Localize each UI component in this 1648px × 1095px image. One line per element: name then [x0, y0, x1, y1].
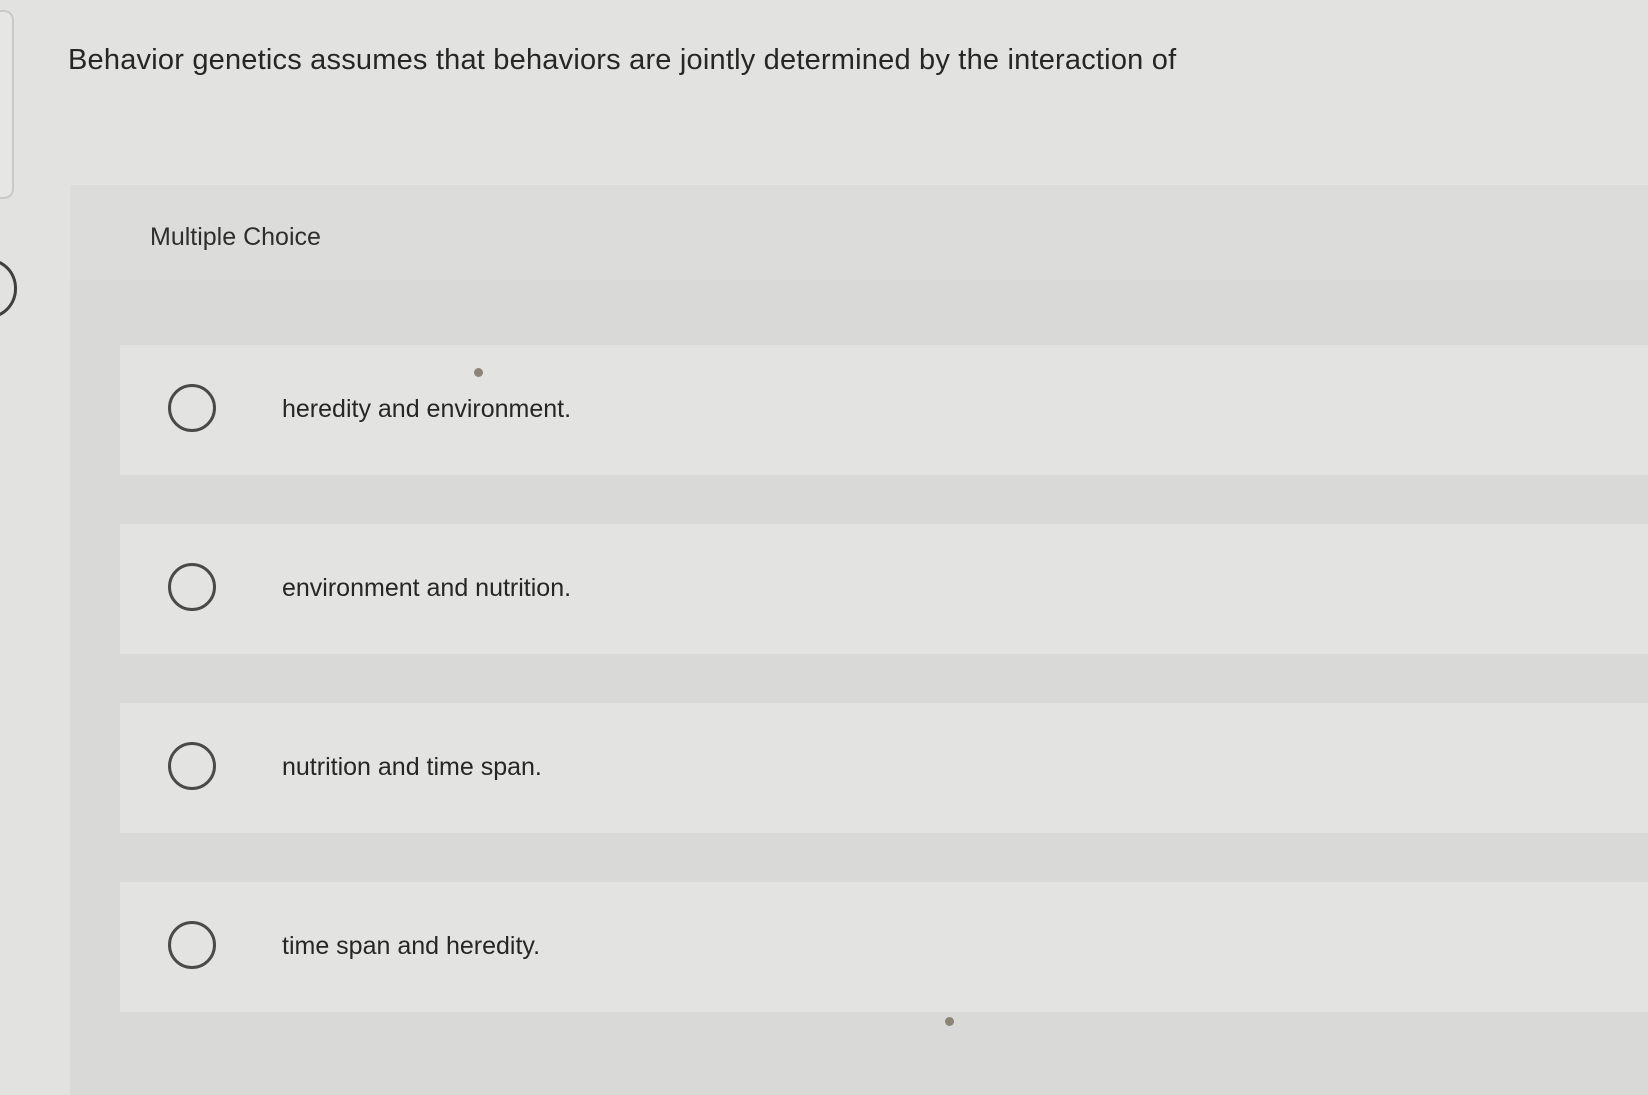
side-panel-toggle[interactable]: [0, 258, 17, 319]
screen-speck: [945, 1017, 954, 1026]
answer-option-label: nutrition and time span.: [282, 753, 542, 781]
screen-speck: [474, 368, 483, 377]
radio-button[interactable]: [168, 563, 216, 611]
multiple-choice-panel: Multiple Choice heredity and environment…: [70, 185, 1648, 1095]
radio-button[interactable]: [168, 384, 216, 432]
radio-button[interactable]: [168, 921, 216, 969]
answer-options: heredity and environment. environment an…: [120, 345, 1648, 1061]
question-text: Behavior genetics assumes that behaviors…: [68, 44, 1177, 76]
answer-option[interactable]: time span and heredity.: [120, 882, 1648, 1012]
answer-option[interactable]: nutrition and time span.: [120, 703, 1648, 833]
multiple-choice-header: Multiple Choice: [70, 185, 1648, 280]
answer-option-label: environment and nutrition.: [282, 574, 572, 602]
multiple-choice-label: Multiple Choice: [150, 223, 321, 251]
answer-option-label: time span and heredity.: [282, 932, 541, 960]
answer-option-label: heredity and environment.: [282, 395, 572, 423]
side-panel-edge: [0, 10, 14, 199]
answer-option[interactable]: heredity and environment.: [120, 345, 1648, 475]
answer-option[interactable]: environment and nutrition.: [120, 524, 1648, 654]
radio-button[interactable]: [168, 742, 216, 790]
